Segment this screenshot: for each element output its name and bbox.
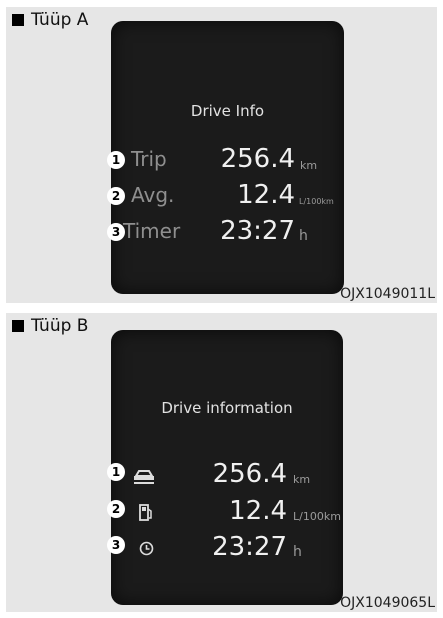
- square-bullet-icon: [12, 14, 24, 26]
- trip-unit: km: [300, 159, 318, 172]
- avg-row: 2 Avg. 12.4 L/100km: [107, 180, 344, 213]
- panel-type-b: Tüüp B Drive information 1 256.4 km 2 12…: [6, 313, 437, 612]
- type-a-label: Tüüp A: [31, 10, 89, 30]
- trip-row: 1 256.4 km: [107, 459, 343, 493]
- callout-badge-3: 3: [107, 536, 125, 554]
- screen-title: Drive information: [161, 399, 293, 417]
- trip-unit: km: [293, 473, 311, 486]
- square-bullet-icon: [12, 320, 24, 332]
- avg-unit: L/100km: [293, 510, 341, 523]
- fuel-row: 2 12.4 L/100km: [107, 496, 343, 530]
- figure-code: OJX1049065L: [340, 595, 435, 611]
- timer-row: 3 23:27 h: [107, 532, 343, 566]
- screen-title: Drive Info: [190, 102, 265, 120]
- callout-badge-1: 1: [107, 463, 125, 481]
- trip-value: 256.4: [220, 144, 295, 174]
- callout-badge-2: 2: [107, 500, 125, 518]
- avg-value: 12.4: [229, 496, 287, 526]
- avg-unit: L/100km: [299, 197, 334, 206]
- timer-row: 3 Timer 23:27 h: [107, 216, 344, 249]
- panel-type-a: Tüüp A Drive Info 1 Trip 256.4 km 2 Avg.…: [6, 7, 437, 303]
- clock-icon: [139, 541, 154, 556]
- cluster-screen-b: Drive information 1 256.4 km 2 12.4 L/10…: [107, 330, 343, 605]
- timer-unit: h: [293, 544, 302, 560]
- type-b-heading: Tüüp B: [12, 316, 88, 336]
- timer-label: Timer: [123, 219, 181, 243]
- callout-badge-1: 1: [107, 151, 125, 169]
- callout-badge-2: 2: [107, 187, 125, 205]
- timer-unit: h: [299, 228, 308, 244]
- fuel-pump-icon: [139, 504, 152, 521]
- trip-value: 256.4: [212, 459, 287, 489]
- figure-code: OJX1049011L: [340, 286, 435, 302]
- trip-label: Trip: [131, 147, 167, 171]
- avg-label: Avg.: [131, 183, 175, 207]
- timer-value: 23:27: [220, 216, 295, 246]
- type-a-heading: Tüüp A: [12, 10, 88, 30]
- avg-value: 12.4: [237, 180, 295, 210]
- type-b-label: Tüüp B: [31, 316, 89, 336]
- cluster-screen-a: Drive Info 1 Trip 256.4 km 2 Avg. 12.4 L…: [107, 21, 344, 294]
- timer-value: 23:27: [212, 532, 287, 562]
- trip-row: 1 Trip 256.4 km: [107, 144, 344, 177]
- car-trip-icon: [134, 470, 154, 484]
